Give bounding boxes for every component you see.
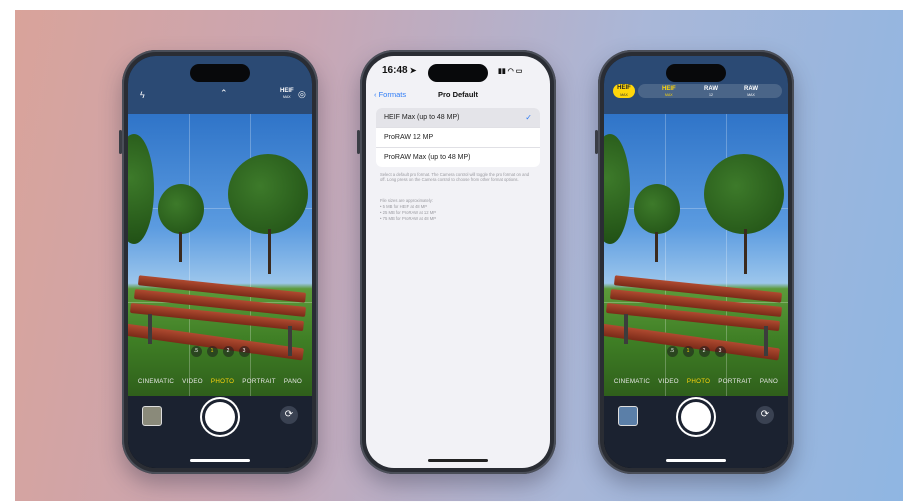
battery-icon: ▭ <box>515 68 523 75</box>
option-proraw-max[interactable]: ProRAW Max (up to 48 MP) <box>376 148 540 167</box>
home-indicator <box>190 459 250 462</box>
mode-pano[interactable]: PANO <box>760 378 778 392</box>
dynamic-island <box>428 64 488 82</box>
tree <box>704 154 784 234</box>
camera-screen-right: HEIF MAX HEIF MAX RAW 12 RAW MAX .5 1 2 … <box>604 56 788 468</box>
tree <box>158 184 204 234</box>
side-button <box>357 130 360 154</box>
mode-video[interactable]: VIDEO <box>182 378 203 392</box>
tree <box>128 134 154 244</box>
format-option-raw-12[interactable]: RAW 12 <box>704 86 718 98</box>
option-label: ProRAW Max (up to 48 MP) <box>384 154 471 161</box>
option-heif-max[interactable]: HEIF Max (up to 48 MP) ✓ <box>376 108 540 128</box>
zoom-controls: .5 1 2 3 <box>128 346 312 357</box>
mode-pano[interactable]: PANO <box>284 378 302 392</box>
phone-left: ϟ ⌃ HEIF MAX ◎ .5 1 2 3 CINEMATIC VIDEO … <box>119 50 318 474</box>
format-option-heif[interactable]: HEIF MAX <box>662 86 676 98</box>
format-options-list: HEIF Max (up to 48 MP) ✓ ProRAW 12 MP Pr… <box>376 108 540 167</box>
format-pill-heif-max[interactable]: HEIF MAX <box>613 84 635 98</box>
zoom-option[interactable]: 2 <box>698 346 710 357</box>
settings-screen: 16:48 ➤ ▮▮ ◠ ▭ ‹ Formats Pro Default HEI… <box>366 56 550 468</box>
camera-screen-left: ϟ ⌃ HEIF MAX ◎ .5 1 2 3 CINEMATIC VIDEO … <box>128 56 312 468</box>
mode-photo[interactable]: PHOTO <box>687 378 710 392</box>
mode-cinematic[interactable]: CINEMATIC <box>614 378 650 392</box>
option-label: HEIF Max (up to 48 MP) <box>384 114 460 121</box>
zoom-controls: .5 1 2 3 <box>604 346 788 357</box>
format-option-sub: MAX <box>747 93 755 97</box>
tree <box>604 134 630 244</box>
format-option-raw-max[interactable]: RAW MAX <box>744 86 758 98</box>
phone-right: HEIF MAX HEIF MAX RAW 12 RAW MAX .5 1 2 … <box>595 50 794 474</box>
last-photo-thumbnail[interactable] <box>618 406 638 426</box>
zoom-option[interactable]: .5 <box>190 346 202 357</box>
viewfinder: .5 1 2 3 <box>604 114 788 396</box>
wifi-icon: ◠ <box>507 68 514 75</box>
home-indicator <box>428 459 488 462</box>
tree <box>634 184 680 234</box>
zoom-option[interactable]: .5 <box>666 346 678 357</box>
last-photo-thumbnail[interactable] <box>142 406 162 426</box>
zoom-option[interactable]: 1 <box>682 346 694 357</box>
format-sub: MAX <box>283 95 291 99</box>
camera-flip-icon[interactable]: ⟳ <box>756 406 774 424</box>
checkmark-icon: ✓ <box>525 113 532 122</box>
shutter-button[interactable] <box>205 402 235 432</box>
zoom-option[interactable]: 3 <box>238 346 250 357</box>
shutter-button[interactable] <box>681 402 711 432</box>
signal-icon: ▮▮ <box>498 68 506 75</box>
zoom-option[interactable]: 2 <box>222 346 234 357</box>
mode-portrait[interactable]: PORTRAIT <box>718 378 752 392</box>
zoom-option[interactable]: 3 <box>714 346 726 357</box>
status-icons: ▮▮ ◠ ▭ <box>498 67 522 75</box>
mode-video[interactable]: VIDEO <box>658 378 679 392</box>
format-indicator[interactable]: HEIF MAX <box>280 88 294 100</box>
file-size-proraw-48: • 75 MB for ProRAW at 48 MP <box>380 216 436 221</box>
phone-middle: 16:48 ➤ ▮▮ ◠ ▭ ‹ Formats Pro Default HEI… <box>357 50 556 474</box>
mode-selector: CINEMATIC VIDEO PHOTO PORTRAIT PANO <box>128 378 312 392</box>
page-title: Pro Default <box>437 90 478 99</box>
mode-cinematic[interactable]: CINEMATIC <box>138 378 174 392</box>
live-photo-icon[interactable]: ◎ <box>298 89 306 100</box>
pill-sub: MAX <box>620 93 628 97</box>
side-button <box>119 130 122 154</box>
status-time: 16:48 ➤ <box>382 65 417 76</box>
format-description: Select a default pro format. The Camera … <box>380 172 530 183</box>
format-option-sub: MAX <box>665 93 673 97</box>
mode-photo[interactable]: PHOTO <box>211 378 234 392</box>
dynamic-island <box>666 64 726 82</box>
option-proraw-12[interactable]: ProRAW 12 MP <box>376 128 540 148</box>
dynamic-island <box>190 64 250 82</box>
format-option-sub: 12 <box>709 93 713 97</box>
viewfinder: .5 1 2 3 <box>128 114 312 396</box>
mode-portrait[interactable]: PORTRAIT <box>242 378 276 392</box>
home-indicator <box>666 459 726 462</box>
mode-selector: CINEMATIC VIDEO PHOTO PORTRAIT PANO <box>604 378 788 392</box>
file-sizes-title: File sizes are approximately: <box>380 198 434 203</box>
time-text: 16:48 <box>382 65 408 76</box>
chevron-up-icon[interactable]: ⌃ <box>220 88 228 99</box>
zoom-option[interactable]: 1 <box>206 346 218 357</box>
pill-label: HEIF <box>617 85 631 91</box>
option-label: ProRAW 12 MP <box>384 134 434 141</box>
side-button <box>595 130 598 154</box>
file-size-heif: • 5 MB for HEIF at 48 MP <box>380 204 428 209</box>
tree <box>228 154 308 234</box>
camera-flip-icon[interactable]: ⟳ <box>280 406 298 424</box>
flash-off-icon[interactable]: ϟ <box>140 90 145 100</box>
file-size-proraw-12: • 25 MB for ProRAW at 12 MP <box>380 210 436 215</box>
